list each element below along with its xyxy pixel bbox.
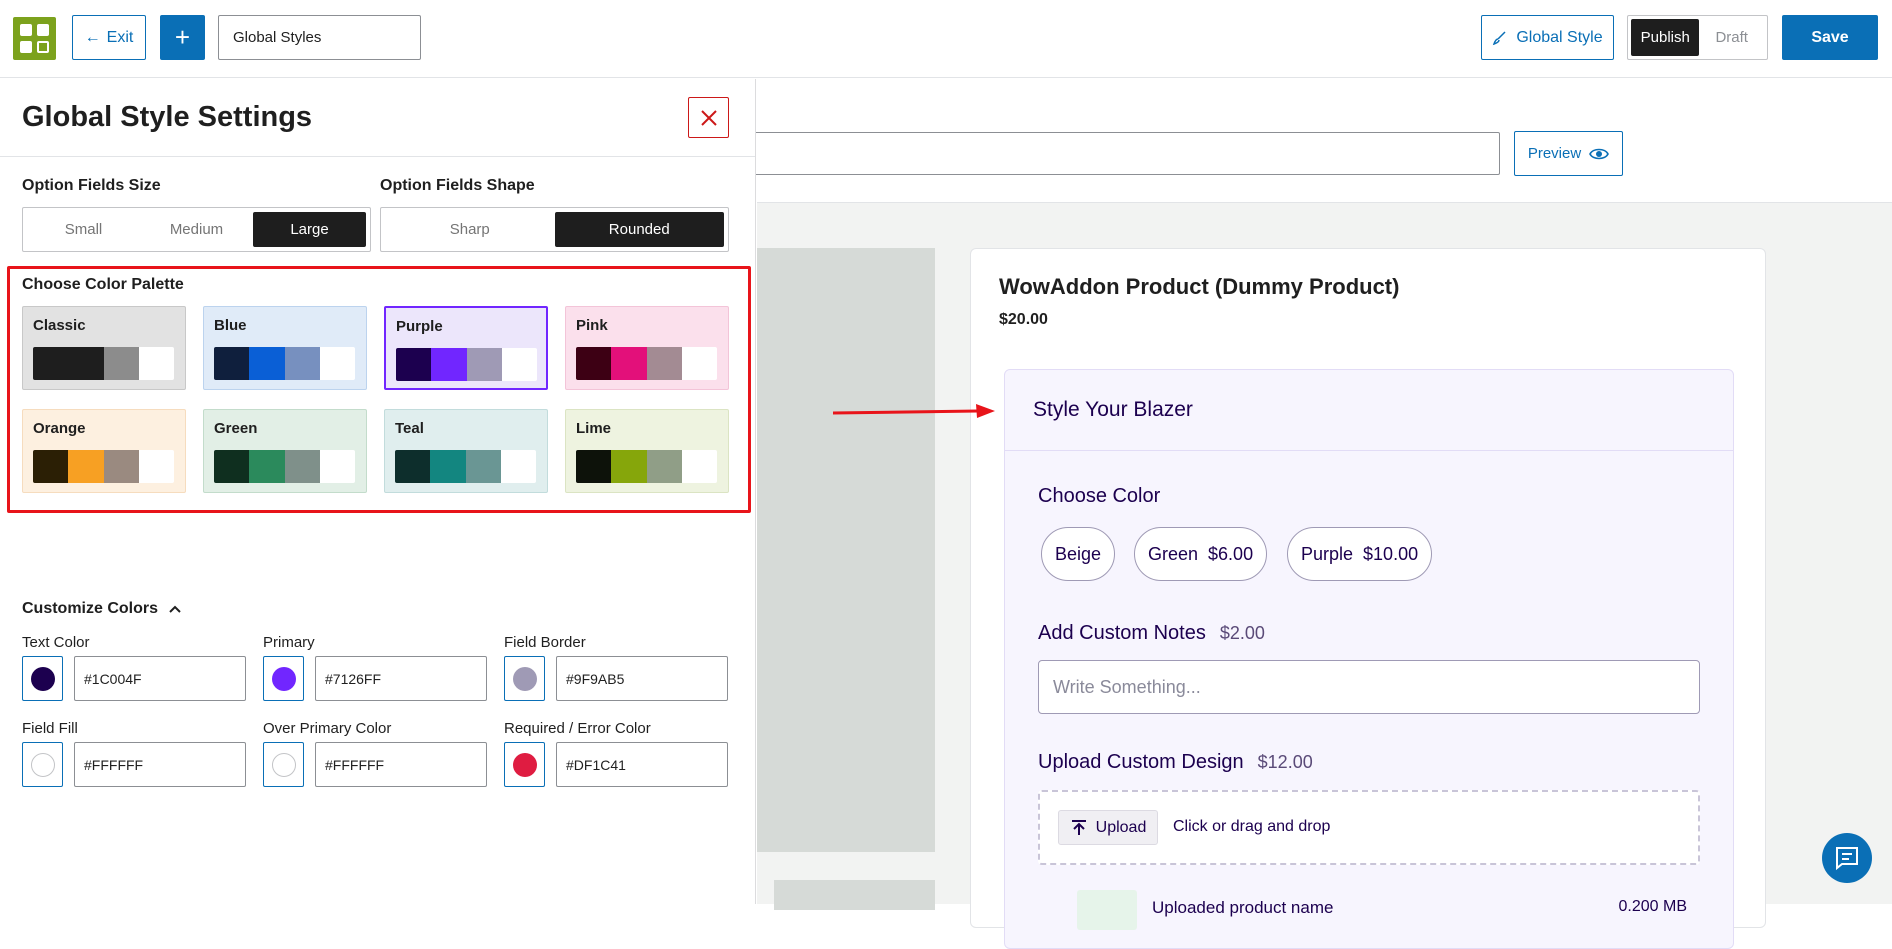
hex-input[interactable]: #FFFFFF [315,742,487,787]
color-dot [30,666,55,691]
placeholder-block [774,880,935,910]
title-input[interactable] [218,15,421,60]
field-price: $12.00 [1257,752,1313,772]
canvas-field-input[interactable] [755,132,1500,175]
color-option[interactable]: Purple $10.00 [1287,527,1433,581]
color-field-label: Required / Error Color [504,720,651,737]
addon-section-title: Style Your Blazer [1005,370,1733,451]
eye-icon [1589,148,1610,159]
top-toolbar: ← Exit + Global Style Publish Draft Save [0,0,1892,78]
upload-button[interactable]: Upload [1058,810,1158,845]
exit-button[interactable]: ← Exit [72,15,146,60]
global-style-button[interactable]: Global Style [1481,15,1614,60]
field-label: Upload Custom Design [1038,751,1244,773]
color-field-label: Field Border [504,634,586,651]
save-button[interactable]: Save [1782,15,1878,60]
field-price: $2.00 [1219,623,1265,643]
arrow-annotation-icon [833,404,995,418]
file-name: Uploaded product name [1152,898,1334,917]
upload-dropzone[interactable]: Upload Click or drag and drop [1038,790,1700,865]
panel-header: Global Style Settings [0,79,755,157]
close-button[interactable] [688,97,729,138]
customize-colors-toggle[interactable]: Customize Colors [22,600,182,618]
color-picker-swatch[interactable] [504,656,545,701]
hex-input[interactable]: #DF1C41 [556,742,728,787]
panel-title: Global Style Settings [22,101,313,133]
color-field-label: Field Fill [22,720,78,737]
file-thumbnail [1077,890,1137,930]
hex-input[interactable]: #FFFFFF [74,742,246,787]
custom-notes-field: Add Custom Notes $2.00 [1038,622,1265,645]
upload-icon [1071,819,1086,835]
chat-icon [1836,847,1858,871]
field-label: Add Custom Notes [1038,622,1206,644]
uploaded-file-row: Uploaded product name 0.200 MB [1077,890,1687,930]
color-dot [271,666,296,691]
notes-textarea[interactable]: Write Something... [1038,660,1700,714]
shape-selector: Sharp Rounded [380,207,729,252]
hex-input[interactable]: #7126FF [315,656,487,701]
placeholder-block [757,248,935,852]
size-option-large[interactable]: Large [253,212,366,247]
file-size: 0.200 MB [1618,898,1687,915]
size-option-medium[interactable]: Medium [140,212,253,247]
color-field-label: Over Primary Color [263,720,392,737]
color-picker-swatch[interactable] [263,656,304,701]
arrow-left-icon: ← [84,28,101,46]
publish-option[interactable]: Publish [1631,19,1700,56]
chevron-up-icon [169,605,181,613]
color-option[interactable]: Beige [1041,527,1116,581]
shape-option-rounded[interactable]: Rounded [554,212,724,247]
add-button[interactable]: + [160,15,205,60]
publish-draft-toggle: Publish Draft [1627,15,1768,60]
color-dot [271,752,296,777]
product-price: $20.00 [999,311,1048,328]
color-dot [30,752,55,777]
canvas-toolbar: Preview [755,79,1892,203]
draft-option[interactable]: Draft [1699,29,1764,46]
field-label: Choose Color [1038,485,1161,507]
color-dot [512,666,537,691]
color-field-label: Primary [263,634,315,651]
color-field-label: Text Color [22,634,90,651]
size-label: Option Fields Size [22,177,161,194]
upload-field: Upload Custom Design $12.00 [1038,751,1313,774]
preview-canvas: Preview WowAddon Product (Dummy Product)… [755,79,1892,949]
hex-input[interactable]: #9F9AB5 [556,656,728,701]
chat-button[interactable] [1822,833,1872,883]
shape-option-sharp[interactable]: Sharp [385,212,555,247]
color-option[interactable]: Green $6.00 [1134,527,1268,581]
brush-icon [1493,30,1506,45]
color-picker-swatch[interactable] [22,742,63,787]
app-logo-icon [13,17,56,60]
color-picker-swatch[interactable] [504,742,545,787]
palette-highlight-box [7,266,751,513]
product-title: WowAddon Product (Dummy Product) [999,274,1400,299]
hex-input[interactable]: #1C004F [74,656,246,701]
color-picker-swatch[interactable] [263,742,304,787]
plus-icon: + [174,22,191,52]
close-icon [700,109,717,126]
product-card: WowAddon Product (Dummy Product) $20.00 … [970,248,1766,949]
preview-button[interactable]: Preview [1514,131,1623,176]
size-option-small[interactable]: Small [27,212,140,247]
color-picker-swatch[interactable] [22,656,63,701]
shape-label: Option Fields Shape [380,177,535,194]
upload-hint: Click or drag and drop [1173,818,1331,835]
choose-color-field: Choose Color [1038,485,1160,508]
addon-section: Style Your Blazer Choose Color Beige Gre… [1004,369,1734,949]
color-dot [512,752,537,777]
size-selector: Small Medium Large [22,207,371,252]
